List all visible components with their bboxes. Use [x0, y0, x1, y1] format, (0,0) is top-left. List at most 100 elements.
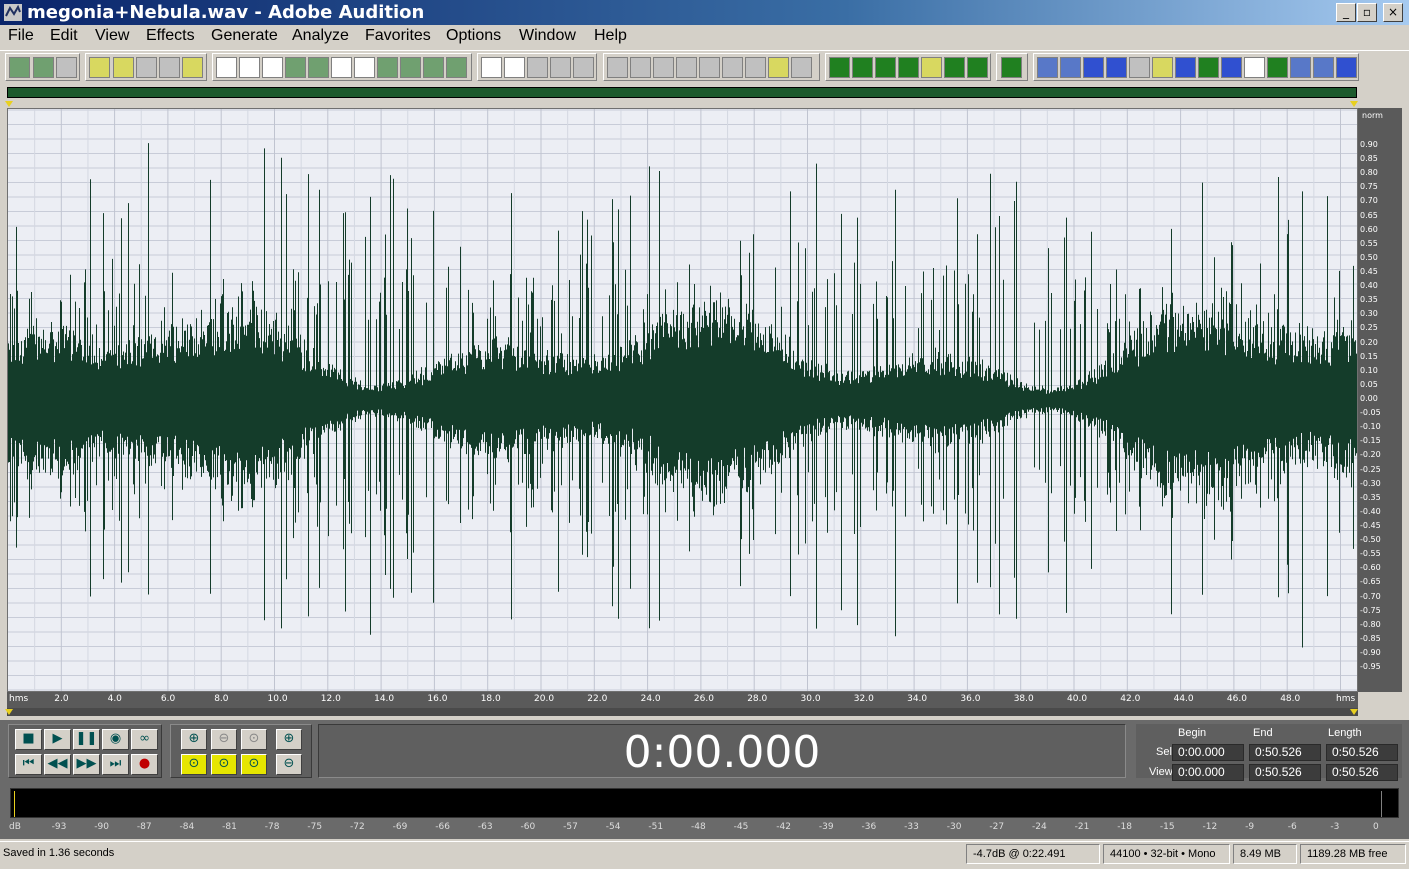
cd-view-icon[interactable]: [56, 57, 77, 78]
mixer-icon[interactable]: [653, 57, 674, 78]
plugin-a-icon[interactable]: [1037, 57, 1058, 78]
checkbox-icon[interactable]: [504, 57, 525, 78]
stop-button[interactable]: ■: [15, 729, 42, 750]
sel-end-field[interactable]: 0:50.526: [1249, 744, 1321, 761]
spectral-icon[interactable]: [527, 57, 548, 78]
menu-file[interactable]: File: [8, 27, 34, 45]
overview-bar[interactable]: [7, 87, 1357, 98]
zoom-panel-icon[interactable]: [699, 57, 720, 78]
reverb-icon[interactable]: [944, 57, 965, 78]
spectrum-analysis-icon[interactable]: [1001, 57, 1022, 78]
time-panel-icon[interactable]: [722, 57, 743, 78]
zoom-in-horizontal-icon[interactable]: ⊕: [181, 729, 207, 750]
noise-reduction-icon[interactable]: [875, 57, 896, 78]
transport-icon[interactable]: [676, 57, 697, 78]
open-file-icon[interactable]: [113, 57, 134, 78]
record-button[interactable]: ●: [131, 754, 158, 775]
save-all-icon[interactable]: [182, 57, 203, 78]
grid-icon[interactable]: [550, 57, 571, 78]
menu-options[interactable]: Options: [446, 27, 501, 45]
phase-icon[interactable]: [921, 57, 942, 78]
zoom-selection-icon[interactable]: ⊙: [241, 754, 267, 775]
zoom-out-horizontal-icon[interactable]: ⊖: [211, 729, 237, 750]
filter-icon[interactable]: [852, 57, 873, 78]
time-ruler[interactable]: hms hms 2.0 4.0 6.0 8.0 10.0 12.0 14.0 16.0 18.0…: [7, 692, 1358, 708]
level-meter-icon[interactable]: [768, 57, 789, 78]
menu-view[interactable]: View: [95, 27, 129, 45]
menu-help[interactable]: Help: [594, 27, 627, 45]
play-button[interactable]: ▶: [44, 729, 71, 750]
play-to-end-button[interactable]: ◉: [102, 729, 129, 750]
bottom-start-marker[interactable]: [5, 709, 13, 715]
go-to-start-button[interactable]: ⏮: [15, 754, 42, 775]
zoom-right-icon[interactable]: ⊙: [211, 754, 237, 775]
plugin-sti-icon[interactable]: [1313, 57, 1334, 78]
sel-length-field[interactable]: 0:50.526: [1326, 744, 1398, 761]
plugin-itu-icon[interactable]: [1290, 57, 1311, 78]
plugin-ap-icon[interactable]: [1060, 57, 1081, 78]
plugin-blue-icon[interactable]: [1175, 57, 1196, 78]
status-bar-icon[interactable]: [791, 57, 812, 78]
delay-icon[interactable]: [967, 57, 988, 78]
plugin-mq-icon[interactable]: [1083, 57, 1104, 78]
pause-button[interactable]: ❚❚: [73, 729, 100, 750]
snap-icon[interactable]: [446, 57, 467, 78]
save-icon[interactable]: [136, 57, 157, 78]
plugin-paren-icon[interactable]: [1244, 57, 1265, 78]
save-as-icon[interactable]: [159, 57, 180, 78]
amplify-icon[interactable]: [829, 57, 850, 78]
redo-icon[interactable]: [239, 57, 260, 78]
sel-begin-field[interactable]: 0:00.000: [1172, 744, 1244, 761]
menu-analyze[interactable]: Analyze: [292, 27, 349, 45]
selection-panel-icon[interactable]: [745, 57, 766, 78]
plugin-vr-icon[interactable]: [1106, 57, 1127, 78]
repeat-icon[interactable]: [262, 57, 283, 78]
go-to-end-button[interactable]: ⏭: [102, 754, 129, 775]
menu-edit[interactable]: Edit: [50, 27, 78, 45]
fast-forward-button[interactable]: ▶▶: [73, 754, 100, 775]
overview-end-marker[interactable]: [1350, 101, 1358, 107]
menu-effects[interactable]: Effects: [146, 27, 195, 45]
view-length-field[interactable]: 0:50.526: [1326, 764, 1398, 781]
bottom-end-marker[interactable]: [1350, 709, 1358, 715]
menu-favorites[interactable]: Favorites: [365, 27, 431, 45]
paste-new-icon[interactable]: [377, 57, 398, 78]
effects-rack-icon[interactable]: [630, 57, 651, 78]
overview-start-marker[interactable]: [5, 101, 13, 107]
multitrack-view-icon[interactable]: [9, 57, 30, 78]
zoom-left-icon[interactable]: ⊙: [181, 754, 207, 775]
plugin-green-icon[interactable]: [1198, 57, 1219, 78]
zoom-in-vertical-icon[interactable]: ⊕: [276, 729, 302, 750]
plugin-meter-icon[interactable]: [1267, 57, 1288, 78]
info-icon[interactable]: [573, 57, 594, 78]
plugin-bars-icon[interactable]: [1221, 57, 1242, 78]
close-button[interactable]: ×: [1383, 3, 1403, 22]
minimize-button[interactable]: _: [1336, 3, 1356, 22]
waveform-svg[interactable]: [8, 109, 1358, 692]
mix-paste-icon[interactable]: [400, 57, 421, 78]
view-end-field[interactable]: 0:50.526: [1249, 764, 1321, 781]
copy-icon[interactable]: [285, 57, 306, 78]
undo-icon[interactable]: [216, 57, 237, 78]
new-file-icon[interactable]: [89, 57, 110, 78]
plugin-yellow-icon[interactable]: [1152, 57, 1173, 78]
restore-button[interactable]: ▫: [1357, 3, 1377, 22]
menu-window[interactable]: Window: [519, 27, 576, 45]
plugin-final-icon[interactable]: [1336, 57, 1357, 78]
paste-icon[interactable]: [354, 57, 375, 78]
zoom-out-vertical-icon[interactable]: ⊖: [276, 754, 302, 775]
edit-view-icon[interactable]: [33, 57, 54, 78]
trim-icon[interactable]: [423, 57, 444, 78]
envelope-icon[interactable]: [481, 57, 502, 78]
plugin-x-icon[interactable]: [1129, 57, 1150, 78]
organizer-icon[interactable]: [607, 57, 628, 78]
cut-icon[interactable]: [331, 57, 352, 78]
menu-generate[interactable]: Generate: [211, 27, 278, 45]
waveform-effect-icon[interactable]: [898, 57, 919, 78]
waveform-display[interactable]: [7, 108, 1358, 692]
copy-to-new-icon[interactable]: [308, 57, 329, 78]
view-begin-field[interactable]: 0:00.000: [1172, 764, 1244, 781]
rewind-button[interactable]: ◀◀: [44, 754, 71, 775]
loop-button[interactable]: ∞: [131, 729, 158, 750]
zoom-full-icon[interactable]: ⊙: [241, 729, 267, 750]
